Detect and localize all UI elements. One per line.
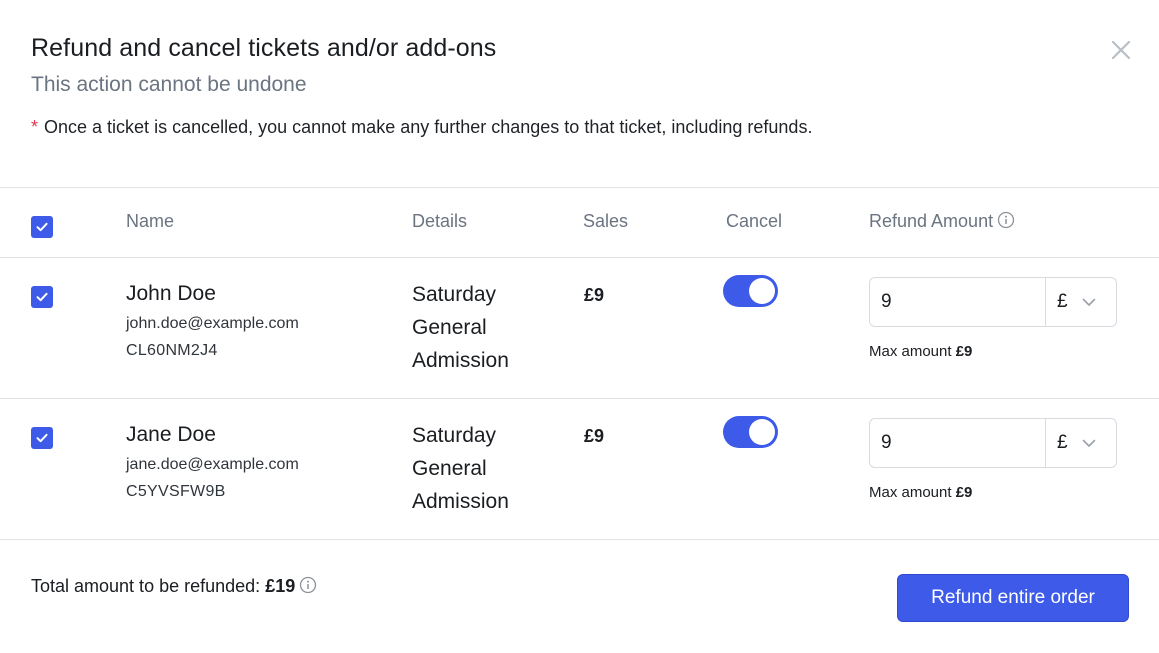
sales-amount: £9 bbox=[584, 285, 605, 305]
close-icon[interactable] bbox=[1109, 38, 1133, 62]
refund-amount-field: 9 £ bbox=[869, 418, 1117, 468]
max-amount-hint: Max amount £9 bbox=[869, 484, 972, 501]
details-line: Saturday bbox=[412, 283, 497, 306]
refund-entire-order-button[interactable]: Refund entire order bbox=[897, 574, 1129, 622]
divider bbox=[0, 539, 1159, 540]
dialog-title: Refund and cancel tickets and/or add-ons bbox=[31, 34, 497, 62]
info-icon[interactable] bbox=[299, 576, 317, 599]
ticket-code: C5YVSFW9B bbox=[126, 483, 226, 500]
currency-select[interactable]: £ bbox=[1046, 278, 1116, 326]
refund-total-label: Total amount to be refunded: bbox=[31, 576, 261, 596]
attendee-name: John Doe bbox=[126, 282, 216, 305]
toggle-knob bbox=[749, 419, 775, 445]
sales-amount: £9 bbox=[584, 426, 605, 446]
checkmark-icon bbox=[36, 292, 48, 302]
checkmark-icon bbox=[36, 222, 48, 232]
refund-total: Total amount to be refunded: £19 bbox=[31, 576, 317, 599]
ticket-code: CL60NM2J4 bbox=[126, 342, 218, 359]
currency-select[interactable]: £ bbox=[1046, 419, 1116, 467]
divider bbox=[0, 398, 1159, 399]
refund-amount-input[interactable]: 9 bbox=[870, 419, 1046, 467]
dialog-subtitle: This action cannot be undone bbox=[31, 73, 307, 96]
max-amount-value: £9 bbox=[955, 484, 973, 501]
required-star: * bbox=[31, 117, 39, 137]
refund-amount-field: 9 £ bbox=[869, 277, 1117, 327]
checkmark-icon bbox=[36, 433, 48, 443]
column-header-refund-amount: Refund Amount bbox=[869, 211, 1015, 234]
details-line: Admission bbox=[412, 349, 509, 372]
select-all-checkbox[interactable] bbox=[31, 216, 53, 238]
row-checkbox[interactable] bbox=[31, 427, 53, 449]
column-header-details: Details bbox=[412, 211, 468, 231]
column-header-cancel: Cancel bbox=[726, 211, 783, 231]
toggle-knob bbox=[749, 278, 775, 304]
chevron-down-icon bbox=[1082, 291, 1096, 313]
details-line: General bbox=[412, 316, 487, 339]
details-line: Admission bbox=[412, 490, 509, 513]
cancel-toggle[interactable] bbox=[723, 416, 778, 448]
details-line: General bbox=[412, 457, 487, 480]
refund-dialog: Refund and cancel tickets and/or add-ons… bbox=[0, 0, 1159, 653]
max-amount-label: Max amount bbox=[869, 343, 952, 360]
refund-amount-input[interactable]: 9 bbox=[870, 278, 1046, 326]
attendee-email: john.doe@example.com bbox=[126, 315, 299, 332]
cancel-warning-text: Once a ticket is cancelled, you cannot m… bbox=[44, 117, 813, 137]
currency-symbol: £ bbox=[1057, 432, 1068, 453]
max-amount-value: £9 bbox=[955, 343, 973, 360]
column-header-sales: Sales bbox=[583, 211, 629, 231]
divider bbox=[0, 257, 1159, 258]
details-line: Saturday bbox=[412, 424, 497, 447]
row-checkbox[interactable] bbox=[31, 286, 53, 308]
refund-amount-label: Refund Amount bbox=[869, 211, 994, 231]
ticket-details: Saturday General Admission bbox=[412, 419, 572, 518]
max-amount-hint: Max amount £9 bbox=[869, 343, 972, 360]
column-header-name: Name bbox=[126, 211, 175, 231]
max-amount-label: Max amount bbox=[869, 484, 952, 501]
divider bbox=[0, 187, 1159, 188]
ticket-details: Saturday General Admission bbox=[412, 278, 572, 377]
currency-symbol: £ bbox=[1057, 291, 1068, 312]
info-icon[interactable] bbox=[997, 211, 1015, 234]
chevron-down-icon bbox=[1082, 432, 1096, 454]
attendee-email: jane.doe@example.com bbox=[126, 456, 299, 473]
refund-total-value: £19 bbox=[265, 576, 296, 596]
cancel-toggle[interactable] bbox=[723, 275, 778, 307]
attendee-name: Jane Doe bbox=[126, 423, 216, 446]
cancel-warning-note: * Once a ticket is cancelled, you cannot … bbox=[31, 117, 812, 138]
